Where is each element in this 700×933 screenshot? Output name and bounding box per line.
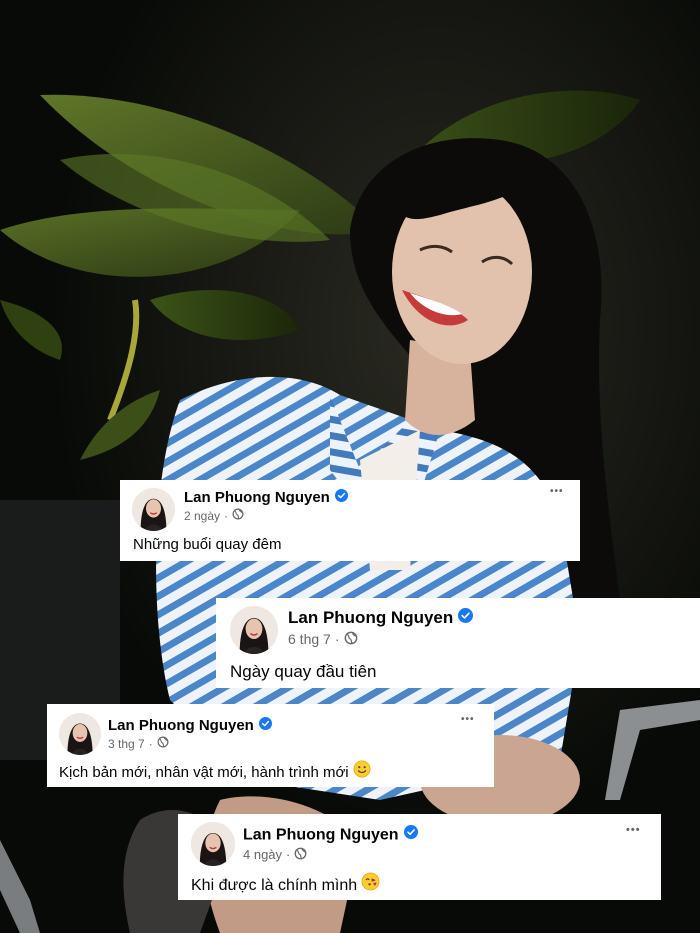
more-options-button[interactable]: ••• (626, 824, 641, 836)
post-text: Ngày quay đầu tiên (230, 662, 377, 681)
verified-badge-icon (458, 607, 474, 628)
post-time[interactable]: 2 ngày (184, 509, 220, 523)
author-name[interactable]: Lan Phuong Nguyen (288, 607, 474, 629)
background-photo (0, 0, 700, 933)
more-options-button[interactable]: ••• (461, 714, 475, 725)
author-name[interactable]: Lan Phuong Nguyen (243, 825, 418, 845)
verified-badge-icon (258, 716, 272, 734)
author-name-text[interactable]: Lan Phuong Nguyen (243, 827, 399, 844)
post-time[interactable]: 3 thg 7 (108, 737, 145, 751)
globe-icon (344, 631, 358, 648)
author-name-text[interactable]: Lan Phuong Nguyen (184, 489, 330, 506)
post-time[interactable]: 6 thg 7 (288, 631, 331, 647)
globe-icon (157, 736, 169, 751)
post-text-content: Khi được là chính mình (191, 877, 358, 895)
post-meta: 4 ngày · (243, 847, 307, 864)
post-text: Kịch bản mới, nhân vật mới, hành trình m… (59, 760, 371, 784)
post-time[interactable]: 4 ngày (243, 847, 282, 862)
avatar[interactable] (59, 713, 101, 755)
verified-badge-icon (403, 825, 418, 844)
avatar[interactable] (132, 488, 175, 531)
post-text: Khi được là chính mình (191, 872, 380, 898)
face-blowing-kiss-icon (361, 872, 380, 896)
post-meta: 3 thg 7 · (108, 736, 169, 752)
post-card: Lan Phuong Nguyen 2 ngày · ••• Những buổi… (120, 480, 580, 561)
author-name-text[interactable]: Lan Phuong Nguyen (108, 717, 254, 734)
verified-badge-icon (334, 488, 348, 506)
author-name[interactable]: Lan Phuong Nguyen (184, 488, 348, 507)
post-card: Lan Phuong Nguyen 6 thg 7 · Ngày quay đầu… (216, 598, 700, 688)
author-name[interactable]: Lan Phuong Nguyen (108, 716, 272, 735)
post-meta: 6 thg 7 · (288, 631, 358, 649)
slightly-smiling-face-icon (353, 760, 371, 782)
post-meta: 2 ngày · (184, 508, 244, 524)
more-options-button[interactable]: ••• (550, 486, 564, 497)
avatar[interactable] (191, 822, 235, 866)
post-card: Lan Phuong Nguyen 3 thg 7 · ••• Kịch bản … (47, 704, 494, 787)
post-card: Lan Phuong Nguyen 4 ngày · ••• Khi được l… (178, 814, 661, 900)
globe-icon (294, 847, 307, 863)
globe-icon (232, 508, 244, 523)
avatar[interactable] (230, 606, 278, 654)
author-name-text[interactable]: Lan Phuong Nguyen (288, 608, 453, 627)
post-text: Những buổi quay đêm (133, 536, 282, 553)
post-text-content: Kịch bản mới, nhân vật mới, hành trình m… (59, 763, 349, 781)
